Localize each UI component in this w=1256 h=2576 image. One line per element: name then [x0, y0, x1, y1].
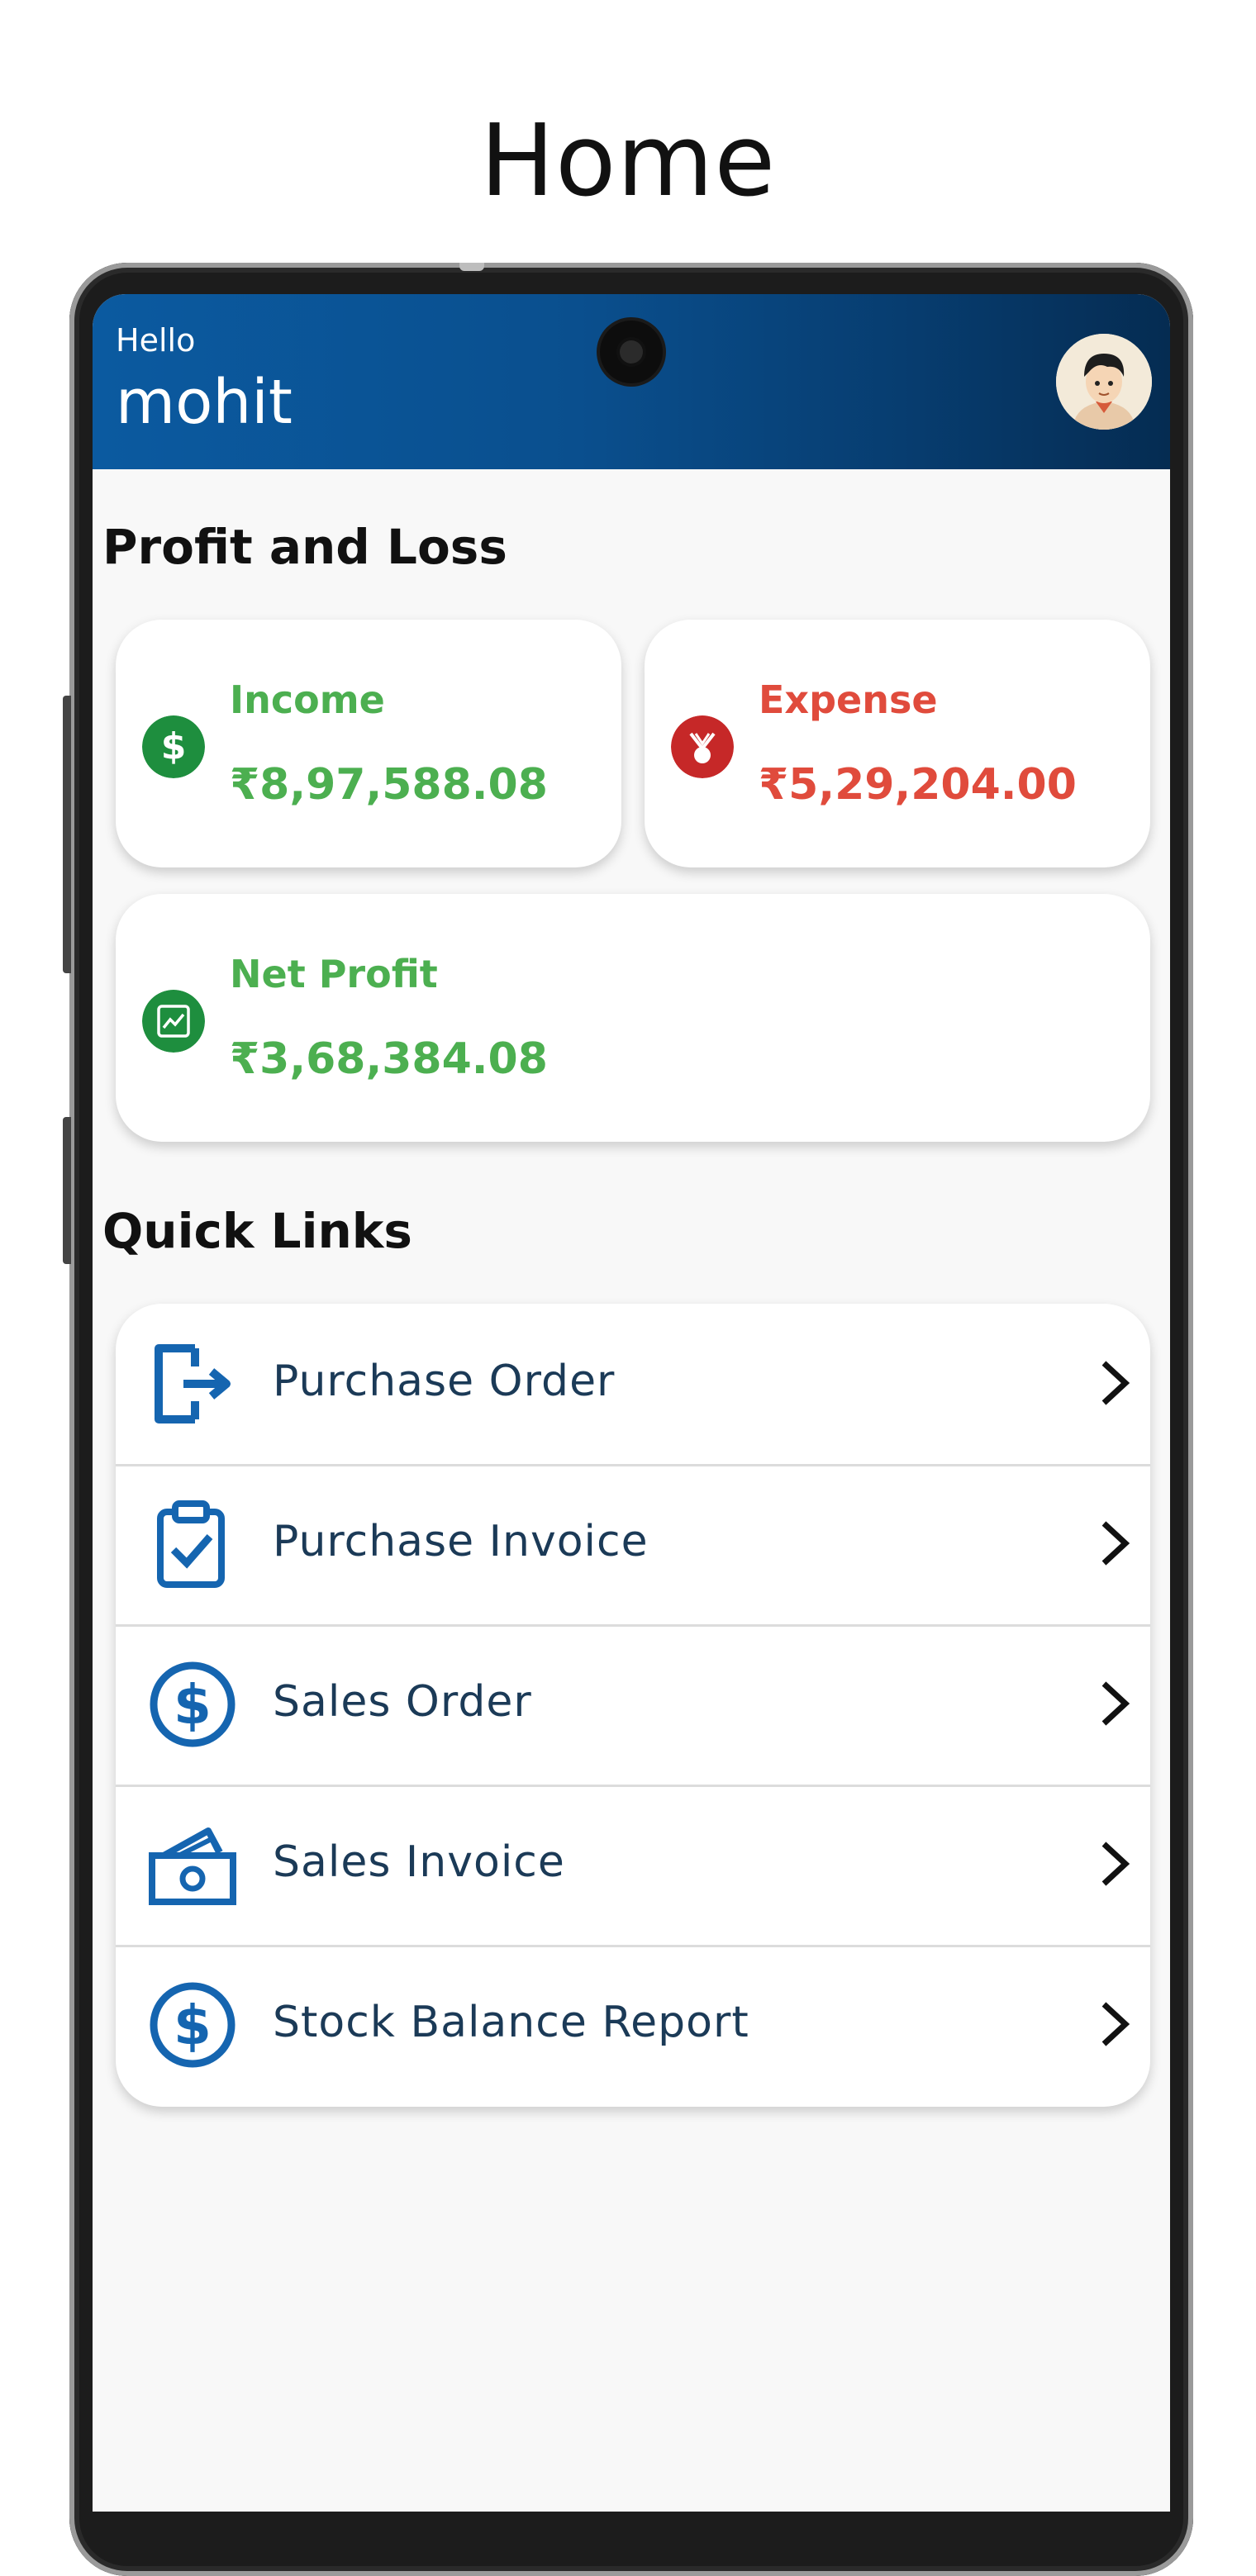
link-sales-invoice[interactable]: Sales Invoice — [116, 1785, 1150, 1947]
chevron-right-icon — [1101, 2002, 1130, 2046]
chevron-right-icon — [1101, 1681, 1130, 1726]
net-profit-card[interactable]: Net Profit ₹3,68,384.08 — [116, 894, 1150, 1142]
income-value: ₹8,97,588.08 — [230, 760, 548, 810]
link-sales-order[interactable]: $ Sales Order — [116, 1624, 1150, 1787]
phone-screen: Hello mohit Profit and Loss $ Income ₹8,… — [93, 294, 1170, 2512]
dollar-circle-icon: $ — [150, 1661, 236, 1747]
link-label: Sales Invoice — [273, 1837, 565, 1887]
link-purchase-order[interactable]: Purchase Order — [116, 1304, 1150, 1466]
chevron-right-icon — [1101, 1521, 1130, 1566]
income-card[interactable]: $ Income ₹8,97,588.08 — [116, 620, 621, 867]
link-stock-balance-report[interactable]: $ Stock Balance Report — [116, 1945, 1150, 2105]
expense-icon — [671, 715, 734, 778]
app-header: Hello mohit — [93, 294, 1170, 469]
svg-text:$: $ — [161, 725, 187, 768]
exit-box-icon — [155, 1344, 231, 1423]
power-button — [63, 1117, 71, 1264]
link-label: Purchase Invoice — [273, 1517, 649, 1566]
link-label: Stock Balance Report — [273, 1998, 749, 2047]
front-camera — [600, 321, 663, 383]
chevron-right-icon — [1101, 1842, 1130, 1886]
trending-up-icon — [142, 990, 205, 1053]
link-label: Sales Order — [273, 1677, 532, 1727]
clipboard-check-icon — [157, 1500, 225, 1588]
avatar[interactable] — [1056, 334, 1152, 430]
expense-value: ₹5,29,204.00 — [759, 760, 1077, 810]
page-title: Home — [479, 104, 777, 219]
quick-links-title: Quick Links — [102, 1203, 412, 1259]
dollar-circle-icon: $ — [150, 1982, 236, 2068]
net-profit-label: Net Profit — [230, 952, 438, 996]
link-purchase-invoice[interactable]: Purchase Invoice — [116, 1464, 1150, 1627]
svg-text:$: $ — [174, 1673, 212, 1737]
greeting-text: Hello — [116, 322, 196, 359]
svg-text:$: $ — [174, 1994, 212, 2057]
volume-button — [63, 696, 71, 973]
dollar-icon: $ — [142, 715, 205, 778]
expense-card[interactable]: Expense ₹5,29,204.00 — [645, 620, 1150, 867]
quick-links-list: Purchase Order Purchase Invoice $ Sales … — [116, 1304, 1150, 2107]
money-stack-icon — [149, 1827, 236, 1905]
link-label: Purchase Order — [273, 1357, 616, 1406]
username-text: mohit — [116, 367, 293, 438]
income-label: Income — [230, 677, 385, 722]
phone-top-notch — [459, 263, 484, 271]
chevron-right-icon — [1101, 1361, 1130, 1405]
profit-loss-title: Profit and Loss — [102, 519, 507, 575]
net-profit-value: ₹3,68,384.08 — [230, 1034, 548, 1084]
avatar-icon — [1056, 334, 1152, 430]
expense-label: Expense — [759, 677, 938, 722]
